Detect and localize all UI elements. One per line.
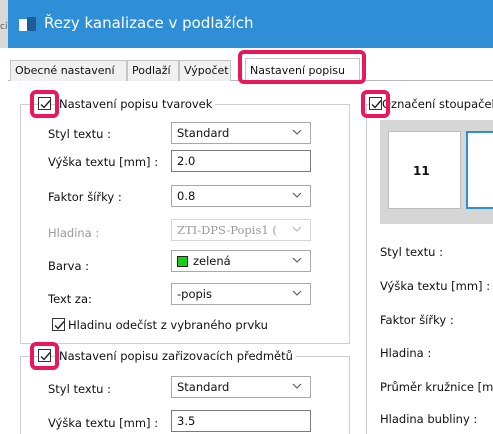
label-styl-textu-stoupacky: Styl textu : bbox=[380, 245, 443, 259]
select-hladina: ZTI-DPS-Popis1 ( bbox=[171, 219, 311, 241]
chevron-down-icon bbox=[292, 192, 302, 198]
group-title-stoupacek: Označení stoupaček bbox=[379, 97, 493, 111]
label-styl-textu-predmety: Styl textu : bbox=[48, 382, 111, 396]
label-barva: Barva : bbox=[48, 259, 90, 273]
tab-podlazi[interactable]: Podlaží bbox=[127, 60, 179, 81]
label-vyska-textu: Výška textu [mm] : bbox=[48, 155, 159, 169]
label-faktor-sirky: Faktor šířky : bbox=[48, 190, 122, 204]
tab-obecne-nastaveni[interactable]: Obecné nastavení bbox=[10, 60, 127, 81]
group-title-tvarovek: Nastavení popisu tvarovek bbox=[56, 97, 216, 111]
label-prumer-kruznice: Průměr kružnice [mm] : bbox=[380, 380, 493, 394]
select-value: ZTI-DPS-Popis1 ( bbox=[177, 223, 277, 237]
background-window-strip: cí bbox=[0, 0, 8, 48]
select-value: -popis bbox=[177, 287, 212, 301]
check-icon bbox=[371, 100, 382, 109]
select-value: 0.8 bbox=[177, 189, 196, 203]
tab-strip: Obecné nastavení Podlaží Výpočet Nastave… bbox=[8, 58, 493, 82]
tab-label: Podlaží bbox=[132, 64, 171, 77]
select-barva[interactable]: zelená bbox=[171, 250, 311, 272]
select-faktor-sirky[interactable]: 0.8 bbox=[171, 185, 311, 207]
checkbox-hladinu-odecist[interactable] bbox=[52, 318, 65, 331]
input-value: 3.5 bbox=[177, 414, 196, 428]
label-styl-textu: Styl textu : bbox=[48, 127, 111, 141]
preview-number: 11 bbox=[413, 164, 430, 178]
label-vyska-textu-stoupacky: Výška textu [mm] : bbox=[380, 279, 491, 293]
label-text-za: Text za: bbox=[48, 292, 92, 306]
input-vyska-textu-predmety[interactable]: 3.5 bbox=[171, 410, 311, 432]
color-swatch bbox=[177, 256, 188, 267]
select-value: Standard bbox=[177, 380, 230, 394]
tab-label: Obecné nastavení bbox=[15, 64, 115, 77]
tab-label: Nastavení popisu bbox=[250, 64, 346, 77]
select-value: Standard bbox=[177, 126, 230, 140]
chevron-down-icon bbox=[292, 129, 302, 135]
select-text-za[interactable]: -popis bbox=[171, 283, 311, 305]
select-value: zelená bbox=[193, 254, 231, 268]
select-styl-textu[interactable]: Standard bbox=[171, 122, 311, 144]
select-styl-textu-predmety[interactable]: Standard bbox=[171, 376, 311, 398]
chevron-down-icon bbox=[292, 290, 302, 296]
check-icon bbox=[40, 100, 51, 109]
preview-tile-selected[interactable] bbox=[466, 131, 493, 209]
input-vyska-textu[interactable]: 2.0 bbox=[171, 150, 311, 172]
check-icon bbox=[54, 321, 65, 330]
check-icon bbox=[40, 352, 51, 361]
tab-vypocet[interactable]: Výpočet bbox=[179, 60, 231, 81]
window-title: Řezy kanalizace v podlažích bbox=[44, 14, 254, 32]
title-bar[interactable]: cí Řezy kanalizace v podlažích bbox=[0, 0, 493, 48]
chevron-down-icon bbox=[292, 383, 302, 389]
app-icon bbox=[19, 17, 37, 31]
label-vyska-textu-predmety: Výška textu [mm] : bbox=[48, 416, 159, 430]
chevron-down-icon bbox=[292, 257, 302, 263]
input-value: 2.0 bbox=[177, 154, 196, 168]
label-hladina: Hladina : bbox=[48, 226, 100, 240]
tab-nastaveni-popisu[interactable]: Nastavení popisu bbox=[245, 58, 360, 82]
label-faktor-sirky-stoupacky: Faktor šířky : bbox=[380, 313, 454, 327]
label-hladina-stoupacky: Hladina : bbox=[380, 346, 432, 360]
label-hladinu-odecist: Hladinu odečíst z vybraného prvku bbox=[68, 318, 268, 332]
group-title-predmetu: Nastavení popisu zařizovacích předmětů bbox=[56, 349, 296, 363]
tab-label: Výpočet bbox=[184, 64, 229, 77]
checkbox-oznaceni-stoupacek[interactable] bbox=[369, 97, 382, 110]
background-window-text: cí bbox=[0, 22, 8, 32]
label-hladina-bubliny: Hladina bubliny : bbox=[380, 412, 478, 426]
checkbox-popis-tvarovek[interactable] bbox=[38, 97, 51, 110]
checkbox-popis-predmetu[interactable] bbox=[38, 349, 51, 362]
chevron-down-icon bbox=[292, 226, 302, 232]
